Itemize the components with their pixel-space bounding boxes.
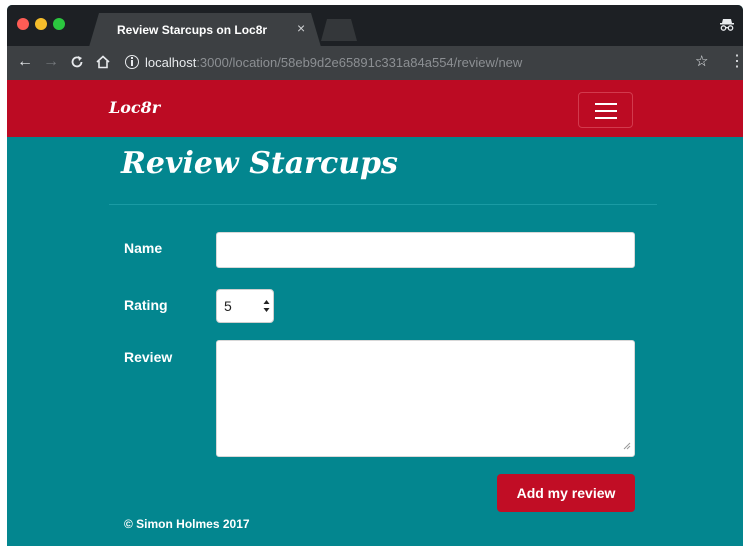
home-icon[interactable] (96, 53, 110, 74)
rating-select[interactable]: 5 (216, 289, 274, 323)
bookmark-star-icon[interactable]: ☆ (695, 53, 708, 71)
browser-toolbar: ← → localhost:3000/location/58eb9d2e6589… (7, 46, 743, 80)
url-text[interactable]: localhost:3000/location/58eb9d2e65891c33… (145, 55, 522, 70)
new-tab-button[interactable] (321, 19, 357, 41)
back-icon[interactable]: ← (17, 53, 33, 71)
site-navbar: Loc8r (7, 80, 743, 137)
select-arrows-icon (263, 298, 270, 319)
brand-logo[interactable]: Loc8r (109, 98, 160, 117)
forward-icon[interactable]: → (43, 53, 59, 71)
close-window-button[interactable] (17, 18, 29, 30)
info-icon[interactable] (125, 55, 139, 69)
incognito-icon (719, 17, 735, 38)
address-bar[interactable]: localhost:3000/location/58eb9d2e65891c33… (123, 50, 715, 76)
tab-strip: Review Starcups on Loc8r × (7, 5, 743, 47)
tab-title: Review Starcups on Loc8r (117, 23, 268, 37)
resize-grip-icon[interactable] (623, 437, 631, 453)
minimize-window-button[interactable] (35, 18, 47, 30)
url-host: localhost (145, 55, 197, 70)
rating-label: Rating (124, 297, 168, 313)
tab-close-icon[interactable]: × (297, 21, 305, 35)
add-review-button[interactable]: Add my review (497, 474, 635, 512)
menu-kebab-icon[interactable]: ⋮ (729, 53, 743, 71)
review-label: Review (124, 349, 173, 365)
browser-window: Review Starcups on Loc8r × ← → localhost… (7, 5, 743, 546)
footer-copyright: © Simon Holmes 2017 (124, 517, 250, 531)
maximize-window-button[interactable] (53, 18, 65, 30)
browser-tab[interactable]: Review Starcups on Loc8r × (89, 13, 321, 47)
name-input[interactable] (216, 232, 635, 268)
url-path: :3000/location/58eb9d2e65891c331a84a554/… (196, 55, 523, 70)
rating-value: 5 (224, 298, 232, 314)
review-textarea[interactable] (216, 340, 635, 457)
page-title: Review Starcups (121, 146, 398, 181)
divider (109, 204, 657, 205)
reload-icon[interactable] (70, 53, 84, 74)
hamburger-icon (595, 103, 617, 105)
hamburger-menu-button[interactable] (578, 92, 633, 128)
name-label: Name (124, 240, 163, 256)
